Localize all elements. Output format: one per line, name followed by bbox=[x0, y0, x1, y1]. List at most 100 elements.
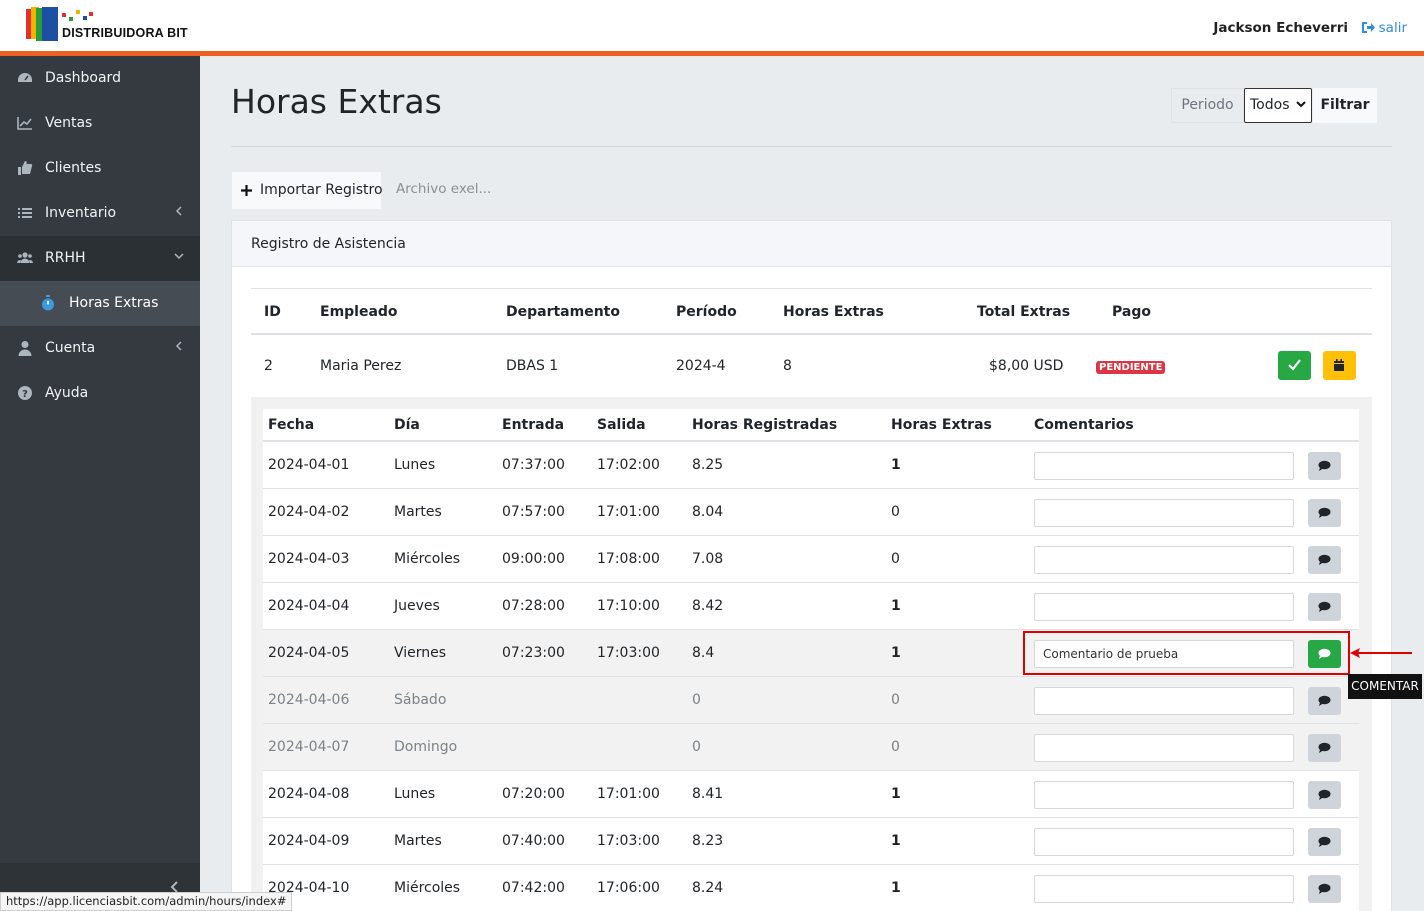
cell-horas-registradas: 0 bbox=[692, 692, 701, 708]
logout-label: salir bbox=[1378, 20, 1407, 36]
table-row: 2024-04-09 Martes 07:40:00 17:03:00 8.23 1 bbox=[263, 818, 1359, 865]
comment-button[interactable] bbox=[1308, 875, 1341, 903]
user-icon bbox=[18, 341, 32, 356]
filter-button[interactable]: Filtrar bbox=[1313, 88, 1377, 123]
comment-icon bbox=[1318, 836, 1331, 847]
plus-icon bbox=[241, 185, 252, 196]
cell-dia: Domingo bbox=[394, 739, 458, 755]
attendance-card: Registro de Asistencia ID Empleado Depar… bbox=[231, 220, 1392, 911]
cell-total-extras: $8,00 USD bbox=[989, 358, 1064, 374]
periodo-select[interactable]: Todos bbox=[1244, 88, 1312, 123]
comment-icon bbox=[1318, 460, 1331, 471]
comment-input[interactable] bbox=[1034, 734, 1294, 762]
sidebar-item-ventas[interactable]: Ventas bbox=[0, 101, 200, 146]
table-row: 2024-04-08 Lunes 07:20:00 17:01:00 8.41 1 bbox=[263, 771, 1359, 818]
col-header-empleado: Empleado bbox=[320, 304, 398, 320]
cell-horas-extras: 1 bbox=[891, 786, 901, 802]
comment-button[interactable] bbox=[1308, 828, 1341, 856]
cell-departamento: DBAS 1 bbox=[506, 358, 559, 374]
sidebar-item-ayuda[interactable]: ? Ayuda bbox=[0, 371, 200, 416]
cell-fecha: 2024-04-07 bbox=[268, 739, 350, 755]
stopwatch-icon bbox=[42, 295, 54, 311]
cell-horas-extras: 0 bbox=[891, 692, 900, 708]
cell-horas-extras: 1 bbox=[891, 598, 901, 614]
comment-button[interactable] bbox=[1308, 546, 1341, 574]
cell-fecha: 2024-04-09 bbox=[268, 833, 350, 849]
tooltip: COMENTAR bbox=[1348, 674, 1422, 699]
comment-input[interactable] bbox=[1034, 828, 1294, 856]
sidebar-item-horas-extras[interactable]: Horas Extras bbox=[0, 281, 200, 326]
col-header-horas-extras: Horas Extras bbox=[783, 304, 884, 320]
comment-button[interactable] bbox=[1308, 734, 1341, 762]
comment-button[interactable] bbox=[1308, 781, 1341, 809]
comment-button[interactable] bbox=[1308, 687, 1341, 715]
cell-entrada: 07:57:00 bbox=[502, 504, 565, 520]
dashboard-icon bbox=[18, 73, 32, 82]
cell-dia: Lunes bbox=[394, 786, 436, 802]
comment-input[interactable] bbox=[1034, 593, 1294, 621]
cell-dia: Sábado bbox=[394, 692, 447, 708]
cell-horas-registradas: 0 bbox=[692, 739, 701, 755]
sidebar-sub-item-label: Horas Extras bbox=[69, 295, 159, 311]
comment-input[interactable] bbox=[1034, 875, 1294, 903]
cell-fecha: 2024-04-06 bbox=[268, 692, 350, 708]
top-bar: DISTRIBUIDORA BIT Jackson Echeverri sali… bbox=[0, 0, 1424, 56]
col-header-comentarios: Comentarios bbox=[1034, 417, 1134, 433]
sidebar-item-label: Clientes bbox=[45, 160, 102, 176]
cell-dia: Miércoles bbox=[394, 880, 461, 896]
sidebar-item-rrhh[interactable]: RRHH bbox=[0, 236, 200, 281]
cell-salida: 17:01:00 bbox=[597, 786, 660, 802]
approve-button[interactable] bbox=[1278, 351, 1311, 380]
table-row: 2024-04-10 Miércoles 07:42:00 17:06:00 8.24 1 bbox=[263, 865, 1359, 911]
logout-link[interactable]: salir bbox=[1361, 20, 1407, 36]
cell-horas-registradas: 8.4 bbox=[692, 645, 715, 661]
cell-entrada: 07:37:00 bbox=[502, 457, 565, 473]
comment-input[interactable] bbox=[1034, 452, 1294, 480]
sidebar-item-inventario[interactable]: Inventario bbox=[0, 191, 200, 236]
page-title: Horas Extras bbox=[231, 82, 442, 121]
cell-dia: Lunes bbox=[394, 457, 436, 473]
table-row: 2024-04-01 Lunes 07:37:00 17:02:00 8.25 1 bbox=[263, 442, 1359, 489]
cell-entrada: 07:40:00 bbox=[502, 833, 565, 849]
cell-entrada: 07:20:00 bbox=[502, 786, 565, 802]
cell-horas-extras: 1 bbox=[891, 833, 901, 849]
sidebar-item-label: Inventario bbox=[45, 205, 117, 221]
comment-input[interactable] bbox=[1034, 687, 1294, 715]
comment-input[interactable] bbox=[1034, 546, 1294, 574]
list-icon bbox=[18, 208, 32, 218]
cell-fecha: 2024-04-03 bbox=[268, 551, 350, 567]
logo[interactable]: DISTRIBUIDORA BIT bbox=[26, 7, 196, 43]
comment-input[interactable] bbox=[1034, 781, 1294, 809]
col-header-horas-extras: Horas Extras bbox=[891, 417, 992, 433]
comment-button[interactable] bbox=[1308, 593, 1341, 621]
sidebar-item-dashboard[interactable]: Dashboard bbox=[0, 56, 200, 101]
cell-horas-registradas: 8.25 bbox=[692, 457, 724, 473]
cell-horas-extras: 1 bbox=[891, 880, 901, 896]
periodo-label: Periodo bbox=[1171, 88, 1244, 123]
comment-icon bbox=[1318, 601, 1331, 612]
sidebar-item-label: RRHH bbox=[45, 250, 86, 266]
cell-salida: 17:06:00 bbox=[597, 880, 660, 896]
comment-button[interactable] bbox=[1308, 452, 1341, 480]
calendar-button[interactable] bbox=[1323, 351, 1356, 380]
cell-dia: Viernes bbox=[394, 645, 447, 661]
chevron-down-icon bbox=[174, 253, 184, 260]
sidebar-item-clientes[interactable]: Clientes bbox=[0, 146, 200, 191]
sidebar-item-cuenta[interactable]: Cuenta bbox=[0, 326, 200, 371]
col-header-salida: Salida bbox=[597, 417, 646, 433]
comment-button[interactable] bbox=[1308, 499, 1341, 527]
col-header-entrada: Entrada bbox=[502, 417, 565, 433]
table-row: 2024-04-03 Miércoles 09:00:00 17:08:00 7.08 0 bbox=[263, 536, 1359, 583]
comment-input[interactable] bbox=[1034, 499, 1294, 527]
sidebar-item-label: Ayuda bbox=[45, 385, 89, 401]
cell-horas-registradas: 8.23 bbox=[692, 833, 724, 849]
sidebar-item-label: Dashboard bbox=[45, 70, 121, 86]
import-records-button[interactable]: Importar Registros bbox=[231, 171, 390, 210]
comment-icon bbox=[1318, 695, 1331, 706]
sidebar: Dashboard Ventas Clientes Inventario RRH… bbox=[0, 56, 200, 911]
status-bar-url: https://app.licenciasbit.com/admin/hours… bbox=[0, 892, 293, 911]
file-input[interactable]: Archivo exel... bbox=[382, 171, 567, 208]
main-table-header: ID Empleado Departamento Período Horas E… bbox=[251, 288, 1372, 335]
calendar-icon bbox=[1334, 359, 1344, 371]
cell-horas-registradas: 8.24 bbox=[692, 880, 724, 896]
